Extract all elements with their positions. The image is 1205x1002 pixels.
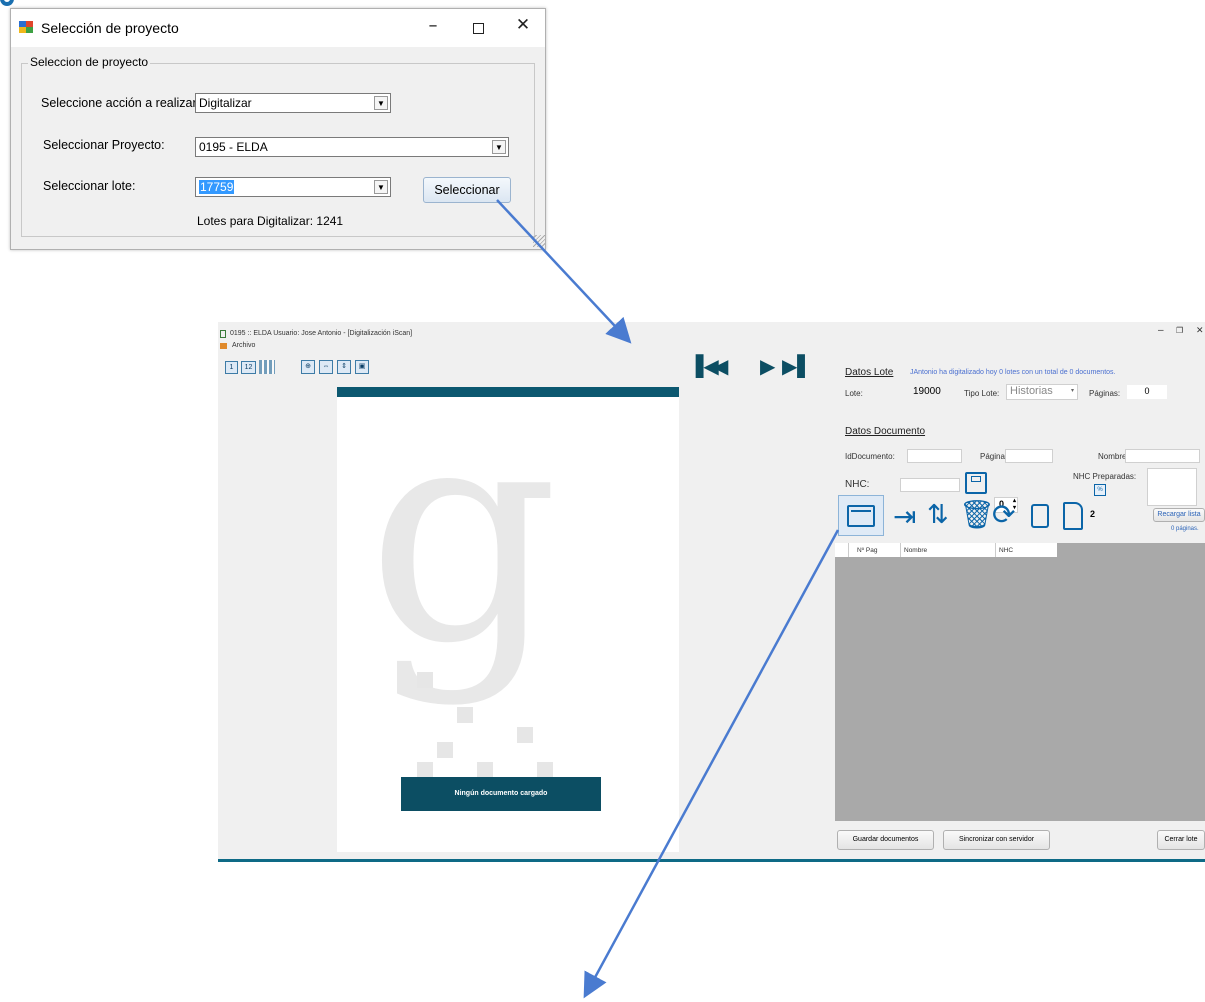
chevron-down-icon[interactable]: ▼ xyxy=(374,96,388,110)
action-value: Digitalizar xyxy=(199,96,252,110)
digitalizacion-window: 0195 :: ELDA Usuario: Jose Antonio - [Di… xyxy=(218,322,1205,862)
scan-button[interactable] xyxy=(838,495,884,536)
iddocumento-field[interactable] xyxy=(907,449,962,463)
fit-height-icon[interactable]: ⇕ xyxy=(337,360,351,374)
heading-fragment xyxy=(0,0,16,8)
close-lote-button[interactable]: Cerrar lote xyxy=(1157,830,1205,850)
pixel-square xyxy=(417,762,433,778)
document-viewer: g Ningún documento cargado xyxy=(337,385,679,852)
paginas-label: Páginas: xyxy=(1089,389,1121,398)
sync-server-button[interactable]: Sincronizar con servidor xyxy=(943,830,1050,850)
no-document-message: Ningún documento cargado xyxy=(401,777,601,811)
chevron-down-icon[interactable]: ▼ xyxy=(374,180,388,194)
lote-combobox[interactable]: 17759 ▼ xyxy=(195,177,391,197)
reload-list-button[interactable]: Recargar lista xyxy=(1153,508,1205,522)
close-icon[interactable]: ✕ xyxy=(1196,325,1204,336)
datos-documento-header: Datos Documento xyxy=(845,426,926,437)
nhc-preparadas-label: NHC Preparadas: xyxy=(1073,472,1137,481)
select-button[interactable]: Seleccionar xyxy=(423,177,511,203)
project-selection-dialog: Selección de proyecto – ✕ Seleccion de p… xyxy=(10,8,546,250)
minimize-icon[interactable]: – xyxy=(421,15,445,36)
project-combobox[interactable]: 0195 - ELDA ▼ xyxy=(195,137,509,157)
datos-lote-header: Datos Lote xyxy=(845,367,894,378)
document-list-icon[interactable] xyxy=(1031,504,1049,528)
fit-width-icon[interactable]: ⇔ xyxy=(319,360,333,374)
action-label: Seleccione acción a realizar: xyxy=(41,96,201,110)
pages-text: 0 páginas. xyxy=(1171,526,1199,532)
import-icon[interactable]: ⇥ xyxy=(893,500,916,533)
nhc-field[interactable] xyxy=(900,478,960,492)
row-header-cell xyxy=(835,543,849,557)
paginas-value: 0 xyxy=(1127,385,1167,399)
last-page-icon[interactable]: ▶▌ xyxy=(782,354,813,378)
minimize-icon[interactable]: – xyxy=(1158,325,1164,336)
group-label: Seleccion de proyecto xyxy=(28,55,151,69)
grid-header: Nº Pag Nombre NHC xyxy=(835,543,1057,557)
nhc-preparadas-field xyxy=(1147,468,1197,506)
dialog-title: Selección de proyecto xyxy=(41,20,179,36)
sort-icon[interactable]: ⇅ xyxy=(927,500,949,530)
menu-archivo[interactable]: Archivo xyxy=(232,342,255,349)
daily-summary-text: JAntonio ha digitalizado hoy 0 lotes con… xyxy=(910,369,1116,376)
trash-icon[interactable]: 🗑 xyxy=(959,498,995,531)
fit-page-icon[interactable]: ⊕ xyxy=(301,360,315,374)
pagina-label: Página: xyxy=(980,452,1008,461)
save-documents-button[interactable]: Guardar documentos xyxy=(837,830,934,850)
next-page-icon[interactable]: ▶ xyxy=(760,354,775,378)
project-label: Seleccionar Proyecto: xyxy=(43,138,165,152)
previous-page-icon[interactable]: ◀ xyxy=(713,354,728,378)
dialog-titlebar: Selección de proyecto – ✕ xyxy=(11,9,545,47)
menu-icon xyxy=(220,343,227,349)
percent-icon[interactable]: % xyxy=(1094,484,1106,496)
lote-label: Lote: xyxy=(845,389,863,398)
iddocumento-label: IdDocumento: xyxy=(845,452,895,461)
project-value: 0195 - ELDA xyxy=(199,140,268,154)
nombre-field[interactable] xyxy=(1125,449,1200,463)
column-header-nombre[interactable]: Nombre xyxy=(904,547,927,554)
action-combobox[interactable]: Digitalizar ▼ xyxy=(195,93,391,113)
pixel-square xyxy=(477,762,493,778)
window-icon xyxy=(220,330,226,338)
page-count: 2 xyxy=(1090,509,1096,519)
page-icon[interactable] xyxy=(1063,502,1083,530)
column-header-nhc[interactable]: NHC xyxy=(999,547,1013,554)
close-icon[interactable]: ✕ xyxy=(511,15,535,35)
column-divider xyxy=(900,543,901,557)
restore-icon[interactable]: ❐ xyxy=(1176,326,1183,335)
view-grid-icon[interactable] xyxy=(259,360,275,374)
pixel-square xyxy=(417,672,433,688)
maximize-icon[interactable] xyxy=(473,23,484,34)
chevron-down-icon[interactable]: ▾ xyxy=(1071,385,1074,398)
view-double-button[interactable]: 12 xyxy=(241,361,256,374)
resize-grip-icon[interactable] xyxy=(533,235,545,247)
column-header-npag[interactable]: Nº Pag xyxy=(857,547,877,554)
scanner-icon xyxy=(847,505,875,527)
pixel-square xyxy=(457,707,473,723)
app-icon xyxy=(19,21,33,33)
lote-value: 17759 xyxy=(199,180,235,194)
pixel-square xyxy=(517,727,533,743)
rotate-icon[interactable]: ⟳ xyxy=(992,498,1015,531)
pagina-field[interactable] xyxy=(1005,449,1053,463)
pixel-square xyxy=(537,762,553,778)
tipo-lote-label: Tipo Lote: xyxy=(964,389,1000,398)
view-single-button[interactable]: 1 xyxy=(225,361,238,374)
lotes-info: Lotes para Digitalizar: 1241 xyxy=(197,214,344,228)
lote-value: 19000 xyxy=(913,386,941,397)
nhc-label: NHC: xyxy=(845,479,870,490)
chevron-down-icon[interactable]: ▼ xyxy=(492,140,506,154)
lote-label: Seleccionar lote: xyxy=(43,179,136,193)
save-icon[interactable] xyxy=(965,472,987,494)
column-divider xyxy=(995,543,996,557)
right-panel: Datos Lote JAntonio ha digitalizado hoy … xyxy=(835,362,1205,852)
pixel-square xyxy=(437,742,453,758)
tipo-lote-combobox[interactable]: Historias ▾ xyxy=(1006,384,1078,400)
tipo-lote-value: Historias xyxy=(1010,385,1053,397)
pages-grid[interactable]: Nº Pag Nombre NHC xyxy=(835,543,1205,821)
window-title: 0195 :: ELDA Usuario: Jose Antonio - [Di… xyxy=(230,330,413,337)
